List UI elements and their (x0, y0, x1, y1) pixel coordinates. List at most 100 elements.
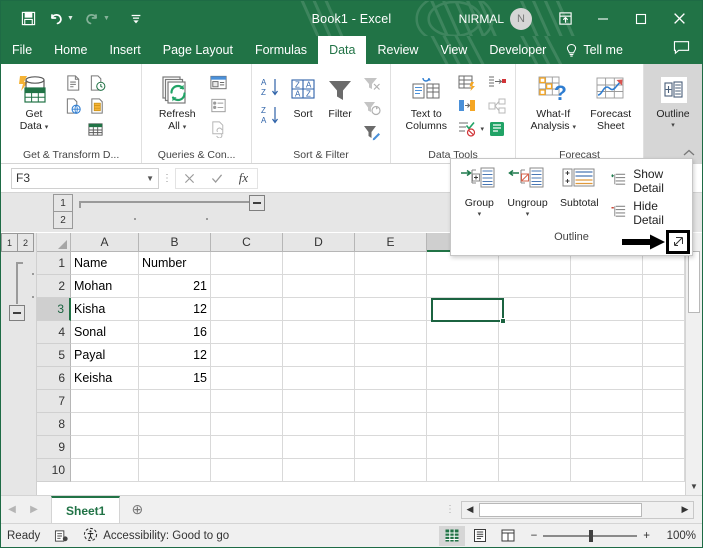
column-header-C[interactable]: C (211, 233, 283, 252)
cell-F8[interactable] (427, 413, 499, 436)
sheet-tab-sheet1[interactable]: Sheet1 (51, 496, 120, 523)
select-all-corner[interactable] (37, 233, 71, 252)
sort-ascending-icon[interactable]: A Z (259, 75, 283, 99)
page-layout-view-button[interactable] (467, 526, 493, 546)
row-header-1[interactable]: 1 (37, 252, 71, 275)
cell-G9[interactable] (499, 436, 571, 459)
cell-E8[interactable] (355, 413, 427, 436)
cell-F9[interactable] (427, 436, 499, 459)
save-icon[interactable] (15, 7, 41, 31)
cell-A10[interactable] (71, 459, 139, 482)
cell-filler[interactable] (643, 321, 685, 344)
cell-D6[interactable] (283, 367, 355, 390)
cell-D8[interactable] (283, 413, 355, 436)
cell-A3[interactable]: Kisha (71, 298, 139, 321)
cell-filler[interactable] (643, 459, 685, 482)
cell-F3[interactable] (427, 298, 499, 321)
cell-C5[interactable] (211, 344, 283, 367)
collapse-columns-button[interactable] (249, 195, 265, 211)
cell-F5[interactable] (427, 344, 499, 367)
get-data-button[interactable]: Get Data ▾ (8, 69, 60, 134)
cell-H6[interactable] (571, 367, 643, 390)
horizontal-scroll-thumb[interactable] (479, 503, 642, 517)
cell-B10[interactable] (139, 459, 211, 482)
group-caret[interactable]: ▾ (478, 209, 482, 221)
zoom-in-button[interactable]: + (643, 530, 650, 542)
zoom-track[interactable] (543, 535, 637, 537)
cell-B9[interactable] (139, 436, 211, 459)
zoom-out-button[interactable]: − (531, 530, 538, 542)
account-name[interactable]: NIRMAL (459, 12, 504, 26)
cell-C2[interactable] (211, 275, 283, 298)
insert-function-icon[interactable]: fx (230, 169, 257, 188)
cell-E5[interactable] (355, 344, 427, 367)
cell-A6[interactable]: Keisha (71, 367, 139, 390)
refresh-all-button[interactable]: Refresh All ▾ (149, 69, 205, 134)
properties-icon[interactable] (207, 95, 229, 117)
row-outline-level-1[interactable]: 1 (1, 233, 18, 252)
cell-H9[interactable] (571, 436, 643, 459)
cell-C4[interactable] (211, 321, 283, 344)
cell-G2[interactable] (499, 275, 571, 298)
tab-review[interactable]: Review (366, 36, 429, 64)
enter-icon[interactable] (203, 169, 230, 188)
remove-duplicates-icon[interactable] (456, 95, 478, 117)
text-to-columns-button[interactable]: Text to Columns (398, 69, 454, 132)
cell-B2[interactable]: 21 (139, 275, 211, 298)
cell-G10[interactable] (499, 459, 571, 482)
cell-B3[interactable]: 12 (139, 298, 211, 321)
add-sheet-button[interactable]: ⊕ (120, 501, 154, 518)
vertical-scrollbar[interactable]: ▼ (685, 233, 702, 495)
cell-E1[interactable] (355, 252, 427, 275)
cell-B8[interactable] (139, 413, 211, 436)
column-header-A[interactable]: A (71, 233, 139, 252)
cell-E3[interactable] (355, 298, 427, 321)
cell-G7[interactable] (499, 390, 571, 413)
cell-filler[interactable] (643, 413, 685, 436)
row-header-2[interactable]: 2 (37, 275, 71, 298)
column-header-D[interactable]: D (283, 233, 355, 252)
from-table-range-icon[interactable] (86, 95, 108, 117)
filter-button[interactable]: Filter (323, 69, 357, 120)
tab-insert[interactable]: Insert (99, 36, 152, 64)
consolidate-icon[interactable] (486, 72, 508, 94)
queries-connections-icon[interactable] (207, 72, 229, 94)
column-header-B[interactable]: B (139, 233, 211, 252)
cell-F4[interactable] (427, 321, 499, 344)
cell-G4[interactable] (499, 321, 571, 344)
cell-C8[interactable] (211, 413, 283, 436)
collapse-rows-button[interactable] (9, 305, 25, 321)
horizontal-scrollbar[interactable]: ◀ ▶ (461, 501, 694, 519)
cell-B1[interactable]: Number (139, 252, 211, 275)
from-text-csv-icon[interactable] (62, 72, 84, 94)
cell-C6[interactable] (211, 367, 283, 390)
cell-D2[interactable] (283, 275, 355, 298)
scroll-right-button[interactable]: ▶ (677, 504, 693, 515)
tab-file[interactable]: File (1, 36, 43, 64)
cell-A8[interactable] (71, 413, 139, 436)
zoom-level[interactable]: 100% (658, 530, 696, 542)
cancel-icon[interactable] (176, 169, 203, 188)
cell-G6[interactable] (499, 367, 571, 390)
cell-filler[interactable] (643, 298, 685, 321)
cell-H8[interactable] (571, 413, 643, 436)
cell-B5[interactable]: 12 (139, 344, 211, 367)
cell-G5[interactable] (499, 344, 571, 367)
tab-split-handle[interactable]: ⋮ (445, 504, 461, 515)
cell-E6[interactable] (355, 367, 427, 390)
column-header-E[interactable]: E (355, 233, 427, 252)
cell-A5[interactable]: Payal (71, 344, 139, 367)
cell-H3[interactable] (571, 298, 643, 321)
hide-detail-button[interactable]: Hide Detail (611, 199, 688, 227)
row-header-7[interactable]: 7 (37, 390, 71, 413)
row-header-3[interactable]: 3 (37, 298, 71, 321)
cell-D5[interactable] (283, 344, 355, 367)
cell-H4[interactable] (571, 321, 643, 344)
cell-A2[interactable]: Mohan (71, 275, 139, 298)
avatar[interactable]: N (510, 8, 532, 30)
customize-qat-icon[interactable] (123, 7, 149, 31)
row-header-10[interactable]: 10 (37, 459, 71, 482)
cell-G3[interactable] (499, 298, 571, 321)
cell-A4[interactable]: Sonal (71, 321, 139, 344)
cell-filler[interactable] (643, 344, 685, 367)
